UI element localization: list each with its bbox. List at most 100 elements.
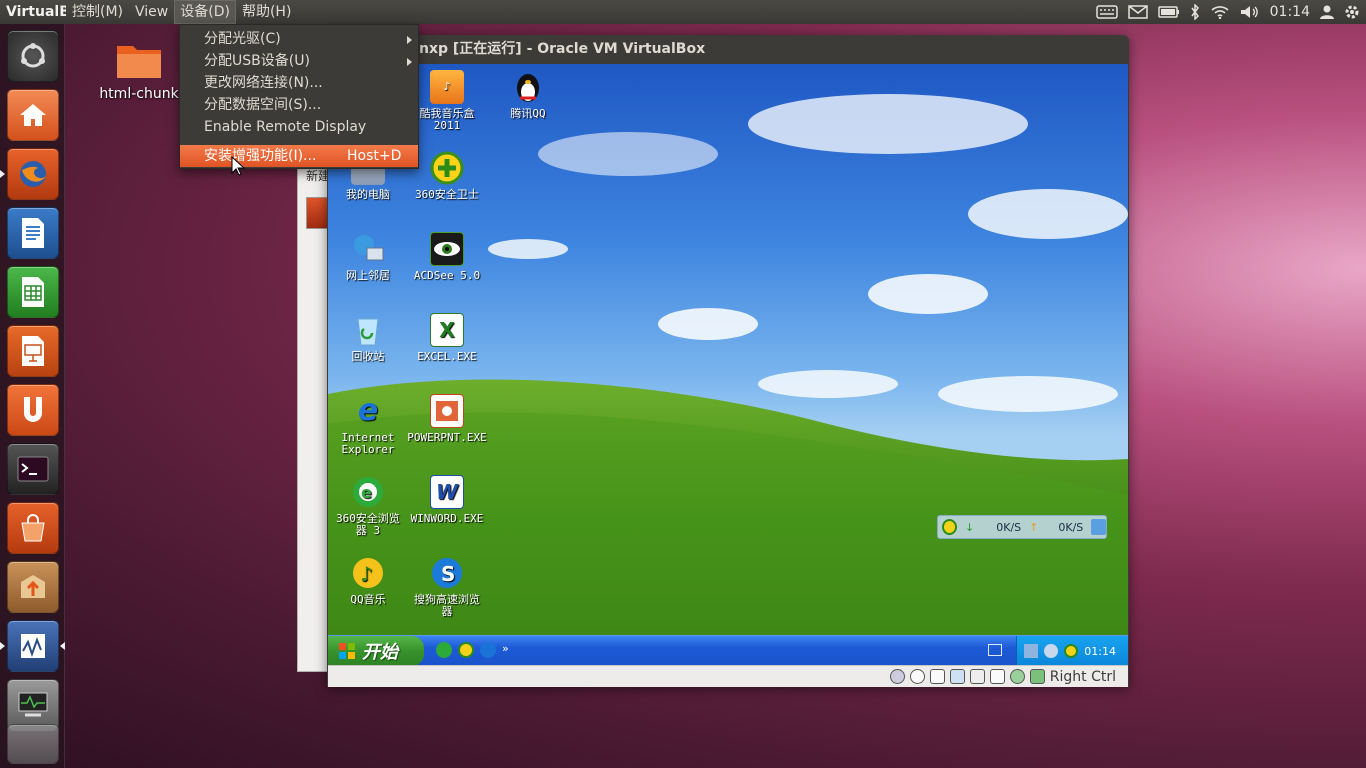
launcher [0,24,65,768]
launcher-partial-icon[interactable] [7,724,59,764]
devices-menu: 分配光驱(C) 分配USB设备(U) 更改网络连接(N)... 分配数据空间(S… [179,24,419,169]
mail-icon[interactable] [1127,5,1148,19]
mouse-integration-icon[interactable] [1029,669,1045,684]
system-tray: 01:14 [1016,636,1128,665]
guest-icon-360-safe[interactable]: 360安全卫士 [407,151,487,201]
start-button[interactable]: 开始 [328,636,424,665]
quick-launch: » [436,642,509,658]
menu-item-usb-devices[interactable]: 分配USB设备(U) [180,50,418,72]
launcher-focused-pip [60,642,65,650]
tray-network-icon[interactable] [1024,644,1039,658]
wifi-icon[interactable] [1210,5,1230,19]
menu-separator [180,138,418,145]
download-arrow-icon: ↓ [965,520,975,534]
guest-icon-powerpoint[interactable]: POWERPNT.EXE [407,394,487,444]
guest-icon-excel[interactable]: X EXCEL.EXE [407,313,487,363]
powerpoint-icon [430,394,464,428]
keyboard-tray-icon[interactable] [988,644,1002,656]
host-key-label: Right Ctrl [1049,668,1116,685]
battery-icon[interactable] [1157,6,1180,18]
guest-icon-internet-explorer[interactable]: e Internet Explorer [328,394,408,456]
sogou-browser-icon: S [430,556,464,590]
indicator-area: 01:14 [1095,0,1360,24]
usb-icon[interactable] [929,669,945,684]
menu-item-network[interactable]: 更改网络连接(N)... [180,72,418,94]
system-monitor-icon[interactable] [7,620,59,672]
shared-folder-icon[interactable] [969,669,985,684]
net-speed-widget[interactable]: ↓ 0K/S ↑ 0K/S [937,515,1107,539]
vm-status-bar: Right Ctrl [328,665,1128,687]
svg-text:♪: ♪ [360,562,373,586]
menu-item-remote-display[interactable]: Enable Remote Display [180,116,418,138]
windows-logo-icon [339,643,355,659]
libreoffice-writer-icon[interactable] [7,207,59,259]
virtualization-icon[interactable] [1009,669,1025,684]
qq-penguin-icon [511,70,545,104]
shortcut-label: Host+D [347,148,402,164]
top-panel: VirtualB 控制(M) View 设备(D) 帮助(H) 01:14 [0,0,1366,24]
recycle-bin-icon [351,313,385,347]
guest-icon-qq[interactable]: 腾讯QQ [488,70,568,120]
firefox-icon[interactable] [7,148,59,200]
folder-icon [117,46,161,78]
guest-icon-acdsee[interactable]: ACDSee 5.0 [407,232,487,282]
ie-small-icon[interactable] [1091,519,1106,535]
menu-control[interactable]: 控制(M) [66,0,129,24]
menu-view[interactable]: View [129,0,174,24]
submenu-arrow-icon [407,58,412,66]
net-down-value: 0K/S [996,520,1022,534]
tray-clock[interactable]: 01:14 [1084,645,1116,658]
internet-explorer-icon: e [357,393,379,428]
keyboard-icon[interactable] [1095,5,1118,19]
quick-ie-icon[interactable] [480,642,496,658]
excel-icon: X [430,313,464,347]
tray-360-icon[interactable] [1064,644,1079,658]
quick-launch-expand-icon[interactable]: » [502,642,509,658]
quick-360-browser-icon[interactable] [436,642,452,658]
desktop-folder-label: html-chunk [99,86,179,102]
bluetooth-icon[interactable] [1190,4,1200,20]
guest-icon-word[interactable]: W WINWORD.EXE [407,475,487,525]
clock[interactable]: 01:14 [1270,4,1310,20]
hard-disk-icon[interactable] [889,669,905,684]
menu-item-install-guest-additions[interactable]: 安装增强功能(I)... Host+D [180,145,418,167]
libreoffice-impress-icon[interactable] [7,325,59,377]
guest-icon-recycle-bin[interactable]: 回收站 [328,313,408,363]
network-places-icon [351,232,385,266]
network-adapter-icon[interactable] [949,669,965,684]
update-manager-icon[interactable] [7,561,59,613]
home-folder-icon[interactable] [7,89,59,141]
user-icon[interactable] [1320,5,1334,19]
terminal-icon[interactable] [7,443,59,495]
vm-window[interactable]: nxp [正在运行] - Oracle VM VirtualBox ♪ 酷我音乐… [327,35,1129,687]
guest-icon-360-browser[interactable]: e 360安全浏览 器 3 [328,475,408,537]
guest-icon-kuwo-music[interactable]: ♪ 酷我音乐盒 2011 [407,70,487,132]
guest-taskbar: 开始 » 01:14 [328,635,1128,665]
menu-help[interactable]: 帮助(H) [236,0,297,24]
menu-devices[interactable]: 设备(D) [174,0,236,24]
quick-360-safe-icon[interactable] [458,642,474,658]
optical-drive-icon[interactable] [909,669,925,684]
qq-music-icon: ♪ [351,556,385,590]
menu-item-optical-drive[interactable]: 分配光驱(C) [180,28,418,50]
360-browser-icon: e [351,475,385,509]
launcher-running-pip [0,642,5,650]
svg-text:S: S [441,562,455,586]
dash-home-icon[interactable] [7,30,59,82]
net-up-value: 0K/S [1058,520,1084,534]
tray-volume-icon[interactable] [1044,644,1059,658]
libreoffice-calc-icon[interactable] [7,266,59,318]
guest-icon-qq-music[interactable]: ♪ QQ音乐 [328,556,408,606]
software-center-icon[interactable] [7,502,59,554]
guest-icon-network[interactable]: 网上邻居 [328,232,408,282]
gear-icon[interactable] [1344,4,1360,20]
vm-list-icon[interactable] [306,197,328,229]
volume-icon[interactable] [1240,5,1260,19]
mouse-cursor-icon [231,156,245,176]
guest-icon-sogou-browser[interactable]: S 搜狗高速浏览 器 [407,556,487,618]
guest-screen[interactable]: ♪ 酷我音乐盒 2011 腾讯QQ 我的电脑 360安全卫士 网上邻居 ACDS… [328,64,1128,665]
ubuntu-one-icon[interactable] [7,384,59,436]
desktop-folder[interactable]: html-chunk [96,40,182,102]
menu-item-shared-folders[interactable]: 分配数据空间(S)... [180,94,418,116]
video-capture-icon[interactable] [989,669,1005,684]
